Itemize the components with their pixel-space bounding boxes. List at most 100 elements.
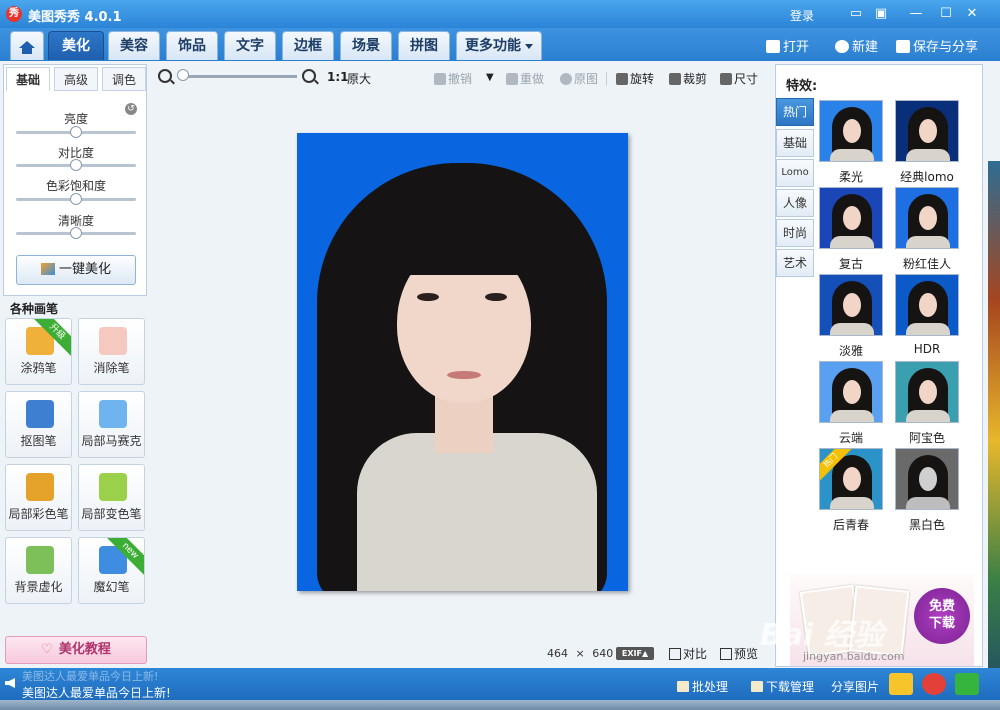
tool-label: 局部彩色笔: [8, 507, 69, 521]
preview-button[interactable]: 预览: [720, 645, 758, 662]
thumbnail-shirt: [830, 410, 874, 422]
photo-lips: [447, 371, 481, 379]
undo-button[interactable]: 撤销: [434, 70, 472, 87]
baidu-watermark: Bai 经验: [760, 618, 884, 653]
effects-title: 特效:: [786, 79, 818, 94]
preview-icon: [720, 648, 732, 660]
minimize-button[interactable]: —: [906, 4, 926, 24]
news-ticker[interactable]: 美图达人最爱单品今日上新!: [22, 684, 171, 701]
cutout-pen-icon: [26, 400, 54, 428]
subtab-basic[interactable]: 基础: [6, 67, 50, 91]
beautify-tutorial-button[interactable]: ♡ 美化教程: [5, 636, 147, 664]
batch-label: 批处理: [692, 680, 729, 694]
skin-icon[interactable]: ▣: [871, 4, 891, 24]
tool-cutout-pen[interactable]: 抠图笔: [5, 391, 72, 458]
speaker-icon[interactable]: [5, 678, 15, 688]
login-link[interactable]: 登录: [790, 7, 814, 24]
thumbnail-face: [843, 293, 861, 317]
weibo-icon[interactable]: [922, 673, 946, 695]
original-image-button[interactable]: 原图: [560, 70, 598, 87]
saturation-label: 色彩饱和度: [45, 179, 106, 193]
add-icon[interactable]: [955, 673, 979, 695]
star-icon[interactable]: [889, 673, 913, 695]
slider-thumb[interactable]: [70, 159, 82, 171]
save-share-button[interactable]: 保存与分享: [896, 36, 978, 55]
sharpness-slider[interactable]: [16, 227, 136, 239]
tool-color-brush[interactable]: 局部彩色笔: [5, 464, 72, 531]
crop-label: 裁剪: [683, 72, 708, 86]
compare-button[interactable]: 对比: [669, 645, 707, 662]
effect-category-lomo[interactable]: Lomo: [776, 159, 814, 187]
tab-beautify[interactable]: 美化: [48, 31, 104, 60]
effect-label: 淡雅: [838, 344, 863, 358]
effect-category-portrait[interactable]: 人像: [776, 189, 814, 217]
tab-scene[interactable]: 场景: [340, 31, 392, 60]
tool-mosaic[interactable]: 局部马赛克: [78, 391, 145, 458]
tool-recolor-pen[interactable]: 局部变色笔: [78, 464, 145, 531]
slider-thumb[interactable]: [70, 193, 82, 205]
saturation-slider[interactable]: [16, 193, 136, 205]
zoom-slider[interactable]: [183, 75, 297, 78]
color-brush-icon: [26, 473, 54, 501]
effect-category-basic[interactable]: 基础: [776, 129, 814, 157]
tab-more-features[interactable]: 更多功能: [456, 31, 542, 60]
tab-beauty[interactable]: 美容: [108, 31, 160, 60]
tool-eraser-pen[interactable]: 消除笔: [78, 318, 145, 385]
subtab-advanced[interactable]: 高级: [54, 67, 98, 91]
download-manager-button[interactable]: 下载管理: [751, 678, 814, 695]
share-picture-button[interactable]: 分享图片: [831, 678, 879, 695]
subtab-color[interactable]: 调色: [102, 67, 146, 91]
zoom-out-icon[interactable]: [158, 69, 172, 83]
photo-canvas[interactable]: [297, 133, 628, 591]
main-area: 基础 高级 调色 ↺ 亮度 对比度 色彩饱和度 清晰度 一键美化 各种画笔 涂鸦…: [0, 61, 1000, 710]
tab-collage[interactable]: 拼图: [398, 31, 450, 60]
original-size-button[interactable]: 原大: [347, 70, 371, 87]
effect-label: 云端: [838, 431, 863, 445]
zoom-ratio-button[interactable]: 1:1: [327, 70, 349, 84]
magic-icon: [40, 263, 55, 275]
blur-icon: [26, 546, 54, 574]
compare-label: 对比: [683, 647, 708, 661]
open-button[interactable]: 打开: [766, 36, 809, 55]
crop-button[interactable]: 裁剪: [669, 70, 707, 87]
effect-category-fashion[interactable]: 时尚: [776, 219, 814, 247]
tab-frame[interactable]: 边框: [282, 31, 334, 60]
effect-thumbnail: [895, 274, 959, 336]
redo-button[interactable]: 重做: [506, 70, 544, 87]
thumbnail-face: [843, 467, 861, 491]
tab-accessories[interactable]: 饰品: [166, 31, 218, 60]
exif-button[interactable]: EXIF▲: [616, 647, 654, 660]
free-download-button[interactable]: 免费 下载: [914, 588, 970, 644]
maximize-button[interactable]: ☐: [936, 4, 956, 24]
close-button[interactable]: ✕: [962, 4, 982, 24]
undo-history-dropdown[interactable]: ▼: [486, 72, 494, 83]
image-toolbar: 1:1 原大 撤销 ▼ 重做 原图 旋转 裁剪 尺寸: [150, 64, 770, 90]
one-key-beautify-button[interactable]: 一键美化: [16, 255, 136, 285]
effect-label: 复古: [838, 257, 863, 271]
tool-magic-pen[interactable]: 魔幻笔 new: [78, 537, 145, 604]
tool-label: 魔幻笔: [93, 580, 130, 594]
zoom-in-icon[interactable]: [302, 69, 316, 83]
tab-text[interactable]: 文字: [224, 31, 276, 60]
tool-label: 抠图笔: [20, 434, 57, 448]
rotate-label: 旋转: [630, 72, 655, 86]
tool-doodle-pen[interactable]: 涂鸦笔 升级: [5, 318, 72, 385]
effect-category-art[interactable]: 艺术: [776, 249, 814, 277]
slider-thumb[interactable]: [70, 126, 82, 138]
new-button[interactable]: 新建: [835, 36, 878, 55]
new-label: 新建: [852, 40, 879, 55]
effect-thumbnail: [819, 274, 883, 336]
contrast-slider[interactable]: [16, 159, 136, 171]
batch-process-button[interactable]: 批处理: [677, 678, 728, 695]
tab-home[interactable]: [10, 31, 44, 60]
effect-category-hot[interactable]: 热门: [776, 98, 814, 126]
slider-thumb[interactable]: [70, 227, 82, 239]
zoom-slider-thumb[interactable]: [177, 69, 189, 81]
resize-button[interactable]: 尺寸: [720, 70, 758, 87]
brightness-slider[interactable]: [16, 126, 136, 138]
tool-background-blur[interactable]: 背景虚化: [5, 537, 72, 604]
rotate-button[interactable]: 旋转: [616, 70, 654, 87]
effect-label: 后青春: [832, 518, 869, 532]
status-bar: 美图达人最爱单品今日上新! 美图达人最爱单品今日上新! 批处理 下载管理 分享图…: [0, 668, 1000, 700]
feedback-icon[interactable]: ▭: [846, 4, 866, 24]
